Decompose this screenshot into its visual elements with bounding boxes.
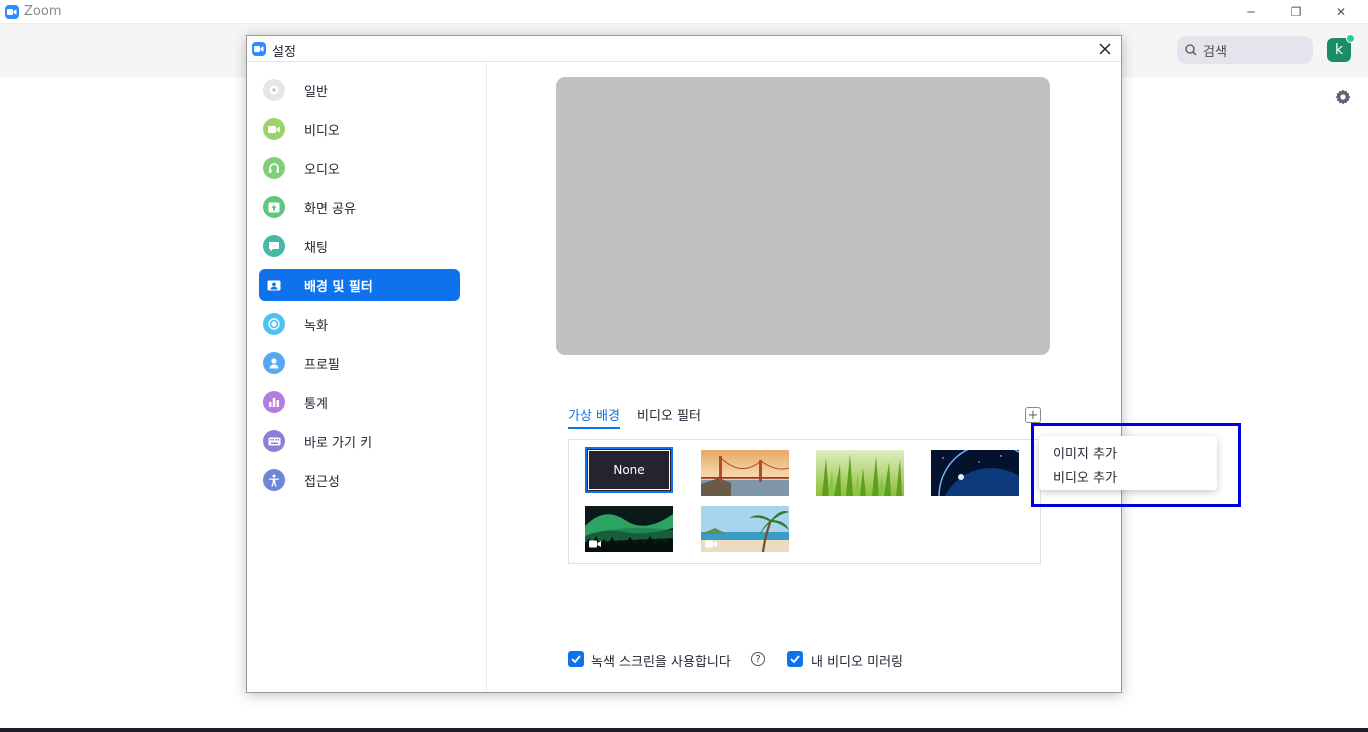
- record-icon: [263, 313, 285, 335]
- nav-item-general[interactable]: 일반: [259, 74, 460, 106]
- nav-label: 바로 가기 키: [304, 435, 373, 451]
- search-icon: [1185, 44, 1197, 56]
- add-background-button[interactable]: +: [1025, 407, 1041, 423]
- gear-icon: [263, 79, 285, 101]
- nav-label: 오디오: [304, 162, 340, 178]
- nav-item-profile[interactable]: 프로필: [259, 347, 460, 379]
- background-grid: None: [568, 439, 1041, 564]
- nav-label: 비디오: [304, 123, 340, 139]
- avatar[interactable]: k: [1327, 34, 1355, 62]
- dialog-titlebar: 설정: [247, 36, 1121, 62]
- background-grass[interactable]: [816, 450, 904, 496]
- menu-item-add-video[interactable]: 비디오 추가: [1053, 467, 1117, 486]
- nav-label: 접근성: [304, 474, 340, 490]
- video-icon: [589, 540, 601, 548]
- search-label: 검색: [1203, 44, 1227, 60]
- online-status-icon: [1346, 34, 1355, 43]
- taskbar-strip: [0, 728, 1368, 732]
- zoom-logo-icon: [5, 5, 19, 19]
- add-context-menu: 이미지 추가 비디오 추가: [1039, 436, 1217, 490]
- nav-label: 채팅: [304, 240, 328, 256]
- minimize-button[interactable]: ─: [1228, 2, 1274, 22]
- search-button[interactable]: 검색: [1177, 36, 1313, 64]
- tab-video-filters[interactable]: 비디오 필터: [637, 405, 701, 429]
- background-beach-palm[interactable]: [701, 506, 789, 552]
- nav-label: 통계: [304, 396, 328, 412]
- nav-label: 일반: [304, 84, 328, 100]
- background-golden-gate-bridge[interactable]: [701, 450, 789, 496]
- checkmark-icon: [571, 655, 581, 663]
- mirror-video-label: 내 비디오 미러링: [811, 655, 903, 670]
- nav-item-recording[interactable]: 녹화: [259, 308, 460, 340]
- nav-item-audio[interactable]: 오디오: [259, 152, 460, 184]
- nav-item-background-filters[interactable]: 배경 및 필터: [259, 269, 460, 301]
- settings-gear-icon[interactable]: [1334, 88, 1352, 106]
- video-preview: [556, 77, 1050, 355]
- green-screen-checkbox[interactable]: [568, 651, 584, 667]
- keyboard-icon: [263, 430, 285, 452]
- background-none[interactable]: None: [585, 447, 673, 493]
- dialog-close-button[interactable]: [1095, 40, 1115, 58]
- background-aurora[interactable]: [585, 506, 673, 552]
- close-icon: [1099, 43, 1111, 55]
- nav-label: 배경 및 필터: [304, 279, 373, 295]
- accessibility-icon: [263, 469, 285, 491]
- nav-item-accessibility[interactable]: 접근성: [259, 464, 460, 496]
- background-none-label: None: [613, 463, 645, 477]
- nav-item-statistics[interactable]: 통계: [259, 386, 460, 418]
- nav-label: 프로필: [304, 357, 340, 373]
- zoom-logo-icon: [252, 42, 266, 56]
- nav-item-video[interactable]: 비디오: [259, 113, 460, 145]
- dialog-title: 설정: [272, 45, 296, 60]
- maximize-button[interactable]: ❐: [1273, 2, 1319, 22]
- headphones-icon: [263, 157, 285, 179]
- video-icon: [705, 540, 717, 548]
- video-icon: [263, 118, 285, 140]
- background-tabs: 가상 배경 비디오 필터: [568, 405, 1058, 429]
- avatar-initial: k: [1334, 42, 1344, 58]
- help-icon[interactable]: ?: [751, 652, 765, 666]
- nav-item-screen-share[interactable]: 화면 공유: [259, 191, 460, 223]
- background-earth-from-space[interactable]: [931, 450, 1019, 496]
- nav-item-chat[interactable]: 채팅: [259, 230, 460, 262]
- window-titlebar: Zoom ─ ❐ ✕: [0, 0, 1368, 24]
- green-screen-label: 녹색 스크린을 사용합니다: [591, 655, 731, 670]
- tab-virtual-background[interactable]: 가상 배경: [568, 405, 620, 429]
- checkmark-icon: [790, 655, 800, 663]
- background-options: 녹색 스크린을 사용합니다 ? 내 비디오 미러링: [568, 651, 1068, 670]
- chat-icon: [263, 235, 285, 257]
- window-title: Zoom: [24, 4, 62, 19]
- settings-nav: 일반 비디오 오디오 화면 공유 채팅 배경 및 필터 녹화 프로필 통계 바로…: [247, 63, 487, 692]
- mirror-video-checkbox[interactable]: [787, 651, 803, 667]
- stats-icon: [263, 391, 285, 413]
- close-window-button[interactable]: ✕: [1318, 2, 1364, 22]
- menu-item-add-image[interactable]: 이미지 추가: [1053, 443, 1117, 462]
- nav-label: 화면 공유: [304, 201, 356, 217]
- background-icon: [263, 274, 285, 296]
- nav-label: 녹화: [304, 318, 328, 334]
- settings-dialog: 설정 일반 비디오 오디오 화면 공유 채팅 배경 및 필터 녹화 프로필 통계…: [246, 35, 1241, 693]
- nav-item-shortcuts[interactable]: 바로 가기 키: [259, 425, 460, 457]
- share-screen-icon: [263, 196, 285, 218]
- profile-icon: [263, 352, 285, 374]
